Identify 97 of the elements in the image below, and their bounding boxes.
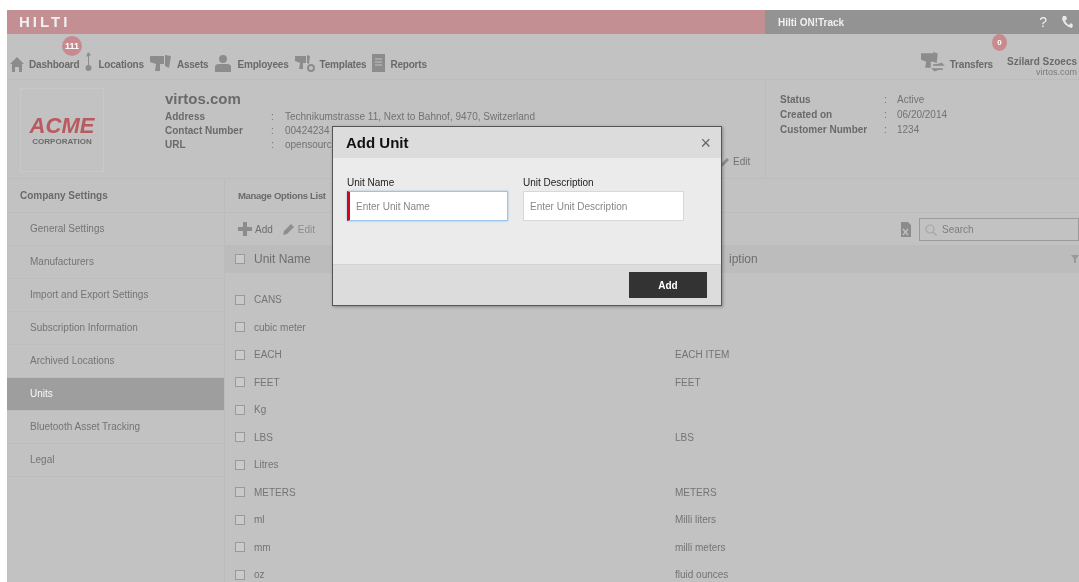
- column-header[interactable]: Unit Name: [254, 252, 311, 266]
- checkbox[interactable]: [235, 322, 245, 333]
- company-name: virtos.com: [165, 90, 242, 107]
- table-cell: oz: [254, 569, 265, 581]
- field-value: 00424234: [285, 125, 330, 136]
- table-cell: LBS: [254, 431, 273, 443]
- sidebar-item[interactable]: Legal: [7, 444, 224, 477]
- colon: :: [271, 111, 274, 122]
- count-badge: 0: [991, 34, 1007, 51]
- field-value: 1234: [897, 124, 920, 135]
- section-title: Company Settings: [7, 179, 224, 213]
- colon: :: [884, 94, 887, 105]
- colon: :: [884, 109, 887, 120]
- nav-link[interactable]: Locations: [98, 58, 144, 72]
- add-button[interactable]: Add: [629, 272, 707, 298]
- app-name: Hilti ON!Track: [778, 16, 845, 28]
- field-label: Unit Description: [523, 177, 594, 188]
- pin-icon: [85, 52, 94, 72]
- close-button[interactable]: ×: [700, 133, 711, 152]
- checkbox[interactable]: [235, 459, 245, 470]
- table-cell: Kg: [254, 404, 267, 416]
- search-icon: [925, 223, 937, 236]
- dialog-title: Add Unit: [346, 134, 409, 151]
- pencil-icon: [282, 223, 295, 235]
- spreadsheet-icon: [901, 221, 911, 237]
- nav-link[interactable]: Reports: [390, 58, 427, 72]
- input-field[interactable]: Enter Unit Name: [347, 191, 508, 221]
- nav-link[interactable]: Dashboard: [29, 58, 80, 72]
- field-label: Status: [780, 94, 811, 105]
- help-button[interactable]: ?: [1039, 14, 1047, 30]
- table-cell: EACH ITEM: [675, 349, 730, 361]
- sidebar-item[interactable]: Import and Export Settings: [7, 279, 224, 312]
- checkbox[interactable]: [235, 377, 245, 388]
- table-cell: cubic meter: [254, 321, 306, 333]
- table-cell: ml: [254, 514, 265, 526]
- user-name[interactable]: Szilard Szoecs: [1006, 56, 1077, 67]
- nav-link[interactable]: Templates: [319, 58, 367, 72]
- field-value: 06/20/2014: [897, 109, 948, 120]
- sidebar-item[interactable]: Units: [7, 378, 224, 411]
- field-value: Technikumstrasse 11, Next to Bahnof, 9470, Switzerland: [285, 111, 535, 122]
- colon: :: [884, 124, 887, 135]
- checkbox[interactable]: [235, 432, 245, 443]
- transfer-icon: [920, 52, 945, 72]
- field-label: URL: [165, 139, 186, 150]
- document-icon: [372, 54, 386, 72]
- checkbox[interactable]: [235, 569, 245, 580]
- field-label: Created on: [780, 109, 833, 120]
- table-cell: fluid ounces: [675, 569, 729, 581]
- nav-link[interactable]: Assets: [176, 58, 209, 72]
- field-value: opensourc: [285, 139, 332, 150]
- checkbox[interactable]: [235, 542, 245, 553]
- drill-gear-icon: [294, 54, 315, 72]
- field-label: Unit Name: [347, 177, 395, 188]
- colon: :: [271, 125, 274, 136]
- plus-icon: [238, 222, 252, 236]
- table-cell: FEET: [254, 376, 280, 388]
- colon: :: [271, 139, 274, 150]
- logo-subtitle: CORPORATION: [32, 136, 92, 146]
- checkbox[interactable]: [235, 404, 245, 415]
- checkbox[interactable]: [235, 349, 245, 360]
- phone-icon: [1061, 15, 1073, 29]
- table-cell: METERS: [254, 486, 296, 498]
- brand-logo: HILTI: [19, 15, 71, 29]
- table-cell: Litres: [254, 459, 279, 471]
- filter-icon: [1071, 255, 1079, 263]
- checkbox[interactable]: [235, 254, 245, 264]
- field-label: Contact Number: [165, 125, 243, 136]
- add-button[interactable]: Add: [238, 222, 273, 236]
- drill-icon: [149, 54, 172, 72]
- input-field[interactable]: Enter Unit Description: [523, 191, 684, 221]
- table-cell: FEET: [675, 376, 701, 388]
- field-label: Address: [165, 111, 205, 122]
- table-cell: METERS: [675, 486, 717, 498]
- table-cell: LBS: [675, 431, 694, 443]
- table-cell: CANS: [254, 294, 282, 306]
- checkbox[interactable]: [235, 514, 245, 525]
- field-label: Customer Number: [780, 124, 868, 135]
- table-cell: Milli liters: [675, 514, 717, 526]
- person-icon: [214, 54, 233, 72]
- table-cell: mm: [254, 541, 271, 553]
- table-cell: EACH: [254, 349, 282, 361]
- checkbox[interactable]: [235, 487, 245, 498]
- sidebar-item[interactable]: Subscription Information: [7, 312, 224, 345]
- transfers-link[interactable]: Transfers: [949, 58, 993, 72]
- checkbox[interactable]: [235, 294, 245, 305]
- sidebar-item[interactable]: Bluetooth Asset Tracking: [7, 411, 224, 444]
- table-cell: milli meters: [675, 541, 726, 553]
- logo-wordmark: ACME: [29, 114, 95, 137]
- column-header[interactable]: iption: [729, 252, 758, 266]
- user-company: virtos.com: [1036, 67, 1077, 77]
- search-field[interactable]: Search: [919, 217, 1079, 241]
- house-icon: [10, 56, 24, 72]
- sidebar-item[interactable]: Manufacturers: [7, 246, 224, 279]
- sidebar-item[interactable]: General Settings: [7, 213, 224, 246]
- field-value: Active: [897, 94, 925, 105]
- count-badge: 111: [62, 36, 82, 56]
- nav-link[interactable]: Employees: [237, 58, 289, 72]
